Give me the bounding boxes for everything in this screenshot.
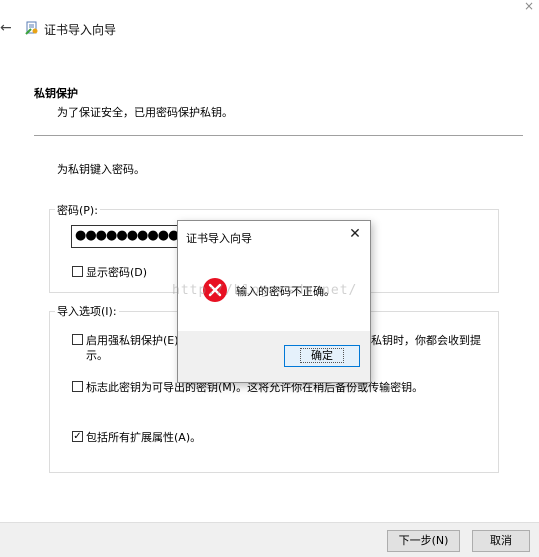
extended-properties-checkbox[interactable]: ✓ xyxy=(72,431,83,442)
password-field[interactable]: ●●●●●●●●●● xyxy=(71,225,191,248)
certificate-wizard-icon xyxy=(24,20,40,36)
header-divider xyxy=(34,135,523,136)
ok-button-label: 确定 xyxy=(300,348,344,363)
dialog-title: 证书导入向导 xyxy=(186,232,252,245)
next-button[interactable]: 下一步(N) xyxy=(387,530,460,552)
exportable-key-checkbox[interactable] xyxy=(72,381,83,392)
section-description: 为了保证安全，已用密码保护私钥。 xyxy=(57,106,233,119)
window-close-button[interactable]: × xyxy=(519,0,539,14)
extended-properties-label[interactable]: 包括所有扩展属性(A)。 xyxy=(86,429,201,445)
error-dialog: 证书导入向导 ✕ 输入的密码不正确。 确定 xyxy=(177,220,371,383)
strong-protection-label-tail: 私钥时，你都会收到提 xyxy=(371,334,481,347)
section-title: 私钥保护 xyxy=(34,87,78,100)
import-options-label: 导入选项(I): xyxy=(55,303,119,319)
back-arrow-icon[interactable]: ← xyxy=(0,20,14,36)
strong-protection-checkbox[interactable] xyxy=(72,334,83,345)
cancel-button[interactable]: 取消 xyxy=(472,530,530,552)
strong-protection-label-line2: 示。 xyxy=(86,349,108,362)
show-password-checkbox[interactable] xyxy=(72,266,83,277)
watermark: http://blog.csdn.net/ xyxy=(172,283,358,298)
password-group-label: 密码(P): xyxy=(55,202,100,218)
strong-protection-label[interactable]: 启用强私钥保护(E) xyxy=(86,332,179,348)
ok-button[interactable]: 确定 xyxy=(284,345,360,367)
wizard-title: 证书导入向导 xyxy=(44,23,117,37)
show-password-label[interactable]: 显示密码(D) xyxy=(86,264,147,280)
dialog-close-button[interactable]: ✕ xyxy=(346,225,364,243)
password-prompt: 为私钥键入密码。 xyxy=(57,163,145,176)
